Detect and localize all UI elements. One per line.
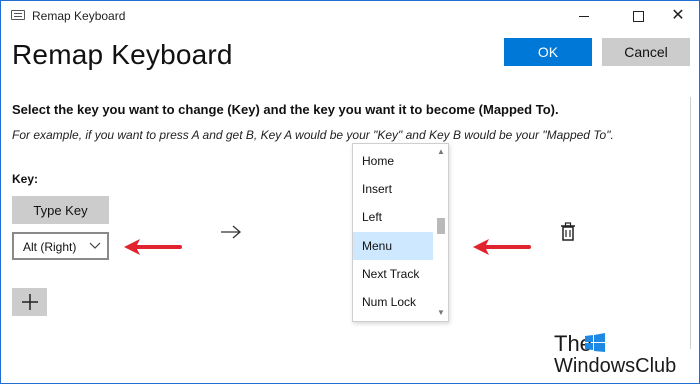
remap-keyboard-window: Remap Keyboard ✕ Remap Keyboard OK Cance… [0, 0, 700, 384]
close-icon: ✕ [671, 7, 685, 24]
title-bar: Remap Keyboard ✕ [1, 1, 699, 31]
minimize-icon [579, 15, 589, 17]
scroll-up-icon[interactable]: ▲ [437, 148, 445, 156]
right-arrow-icon [221, 225, 241, 239]
keyboard-icon [11, 10, 25, 20]
cancel-button[interactable]: Cancel [602, 38, 690, 66]
trash-icon[interactable] [559, 222, 577, 242]
list-item[interactable]: Insert [353, 175, 433, 203]
watermark: The WindowsClub [554, 331, 694, 381]
list-item[interactable]: Num Lock [353, 288, 433, 316]
list-item[interactable]: Home [353, 147, 433, 175]
chevron-down-icon [89, 242, 101, 249]
instruction-text: Select the key you want to change (Key) … [12, 102, 559, 117]
add-mapping-button[interactable] [12, 288, 47, 316]
plus-icon [21, 294, 38, 310]
page-title: Remap Keyboard [12, 39, 233, 70]
list-item[interactable]: Next Track [353, 260, 433, 288]
type-key-button[interactable]: Type Key [12, 196, 109, 224]
close-button[interactable]: ✕ [655, 1, 700, 31]
maximize-icon [632, 10, 644, 22]
page-scrollbar-track[interactable] [690, 97, 697, 349]
key-dropdown-value: Alt (Right) [23, 240, 77, 254]
list-scrollbar-thumb[interactable] [437, 218, 445, 234]
annotation-arrow-icon [124, 239, 182, 255]
mapped-to-list[interactable]: Home Insert Left Menu Next Track Num Loc… [352, 143, 449, 322]
ok-button[interactable]: OK [504, 38, 592, 66]
watermark-line2: WindowsClub [554, 355, 677, 377]
list-item[interactable]: Left [353, 203, 433, 231]
key-dropdown[interactable]: Alt (Right) [12, 232, 109, 260]
scroll-down-icon[interactable]: ▼ [437, 309, 445, 317]
window-title: Remap Keyboard [32, 9, 126, 23]
list-item-selected[interactable]: Menu [353, 232, 433, 260]
annotation-arrow-icon [473, 239, 531, 255]
list-scrollbar[interactable]: ▲ ▼ [434, 144, 448, 321]
minimize-button[interactable] [561, 1, 607, 31]
page-scrollbar[interactable] [687, 97, 697, 349]
key-label: Key: [12, 172, 39, 186]
windows-logo-icon [585, 333, 605, 352]
example-text: For example, if you want to press A and … [12, 128, 614, 142]
